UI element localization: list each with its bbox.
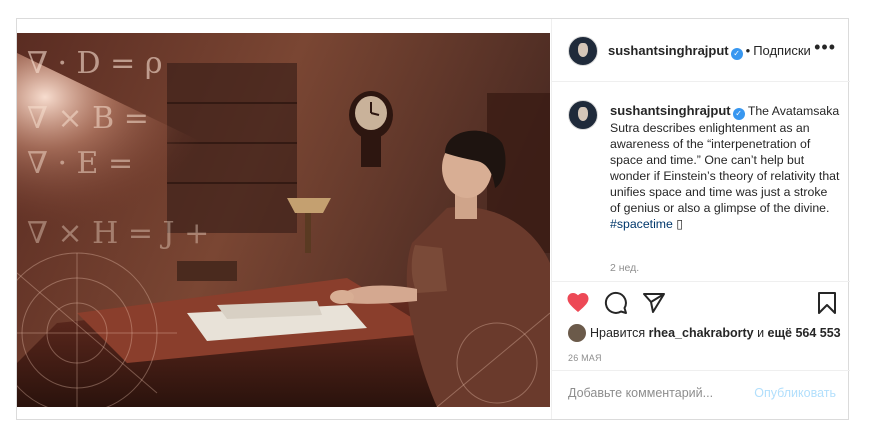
publish-button[interactable]: Опубликовать [754,386,836,400]
likes-line: Нравится rhea_chakraborty и ещё 564 553 [568,324,841,342]
caption-text: The Avatamsaka Sutra describes enlighten… [610,104,840,215]
caption-emoji: ▯ [676,217,684,231]
bookmark-icon[interactable] [816,291,838,315]
author-avatar[interactable] [568,36,598,66]
post-header: sushantsinghrajput ✓ • Подписки ••• [552,19,850,82]
caption-time: 2 нед. [610,262,640,274]
instagram-post: ∇ · D = ρ ∇ × B = ∇ · E = ∇ × H = J + su… [16,18,850,420]
heart-icon[interactable] [566,291,590,313]
svg-text:∇ · E =: ∇ · E = [27,146,133,181]
share-icon[interactable] [642,291,666,315]
post-date: 26 МАЯ [568,353,602,363]
likes-prefix: Нравится [590,326,646,340]
post-image[interactable]: ∇ · D = ρ ∇ × B = ∇ · E = ∇ × H = J + [17,33,550,407]
add-comment-bar: Добавьте комментарий... Опубликовать [552,370,850,419]
action-icons [552,282,850,326]
post-photo-illustration: ∇ · D = ρ ∇ × B = ∇ · E = ∇ × H = J + [17,33,550,407]
caption: sushantsinghrajput ✓ The Avatamsaka Sutra… [610,103,840,232]
comment-icon[interactable] [604,291,628,315]
comment-input[interactable]: Добавьте комментарий... [568,386,713,400]
svg-text:∇ × H = J +: ∇ × H = J + [27,216,209,251]
caption-username[interactable]: sushantsinghrajput [610,103,731,118]
post-sidebar: sushantsinghrajput ✓ • Подписки ••• sushant… [551,19,850,419]
action-section: Нравится rhea_chakraborty и ещё 564 553 … [552,281,850,420]
liker-username[interactable]: rhea_chakraborty [649,326,754,340]
liker-avatar[interactable] [568,324,586,342]
svg-text:∇ · D = ρ: ∇ · D = ρ [27,46,162,81]
following-button[interactable]: Подписки [753,43,811,58]
verified-icon: ✓ [730,48,743,60]
hashtag-link[interactable]: #spacetime [610,217,673,231]
svg-text:∇ × B =: ∇ × B = [27,101,149,136]
author-username[interactable]: sushantsinghrajput [608,43,729,58]
likes-connector: и [757,326,765,340]
verified-icon: ✓ [732,108,745,120]
likes-count[interactable]: ещё 564 553 [768,326,841,340]
caption-avatar[interactable] [568,100,598,130]
caption-section: sushantsinghrajput ✓ The Avatamsaka Sutra… [552,82,850,282]
separator-dot: • [745,43,751,58]
author-line: sushantsinghrajput ✓ • Подписки [608,43,811,60]
more-options-icon[interactable]: ••• [814,37,836,58]
